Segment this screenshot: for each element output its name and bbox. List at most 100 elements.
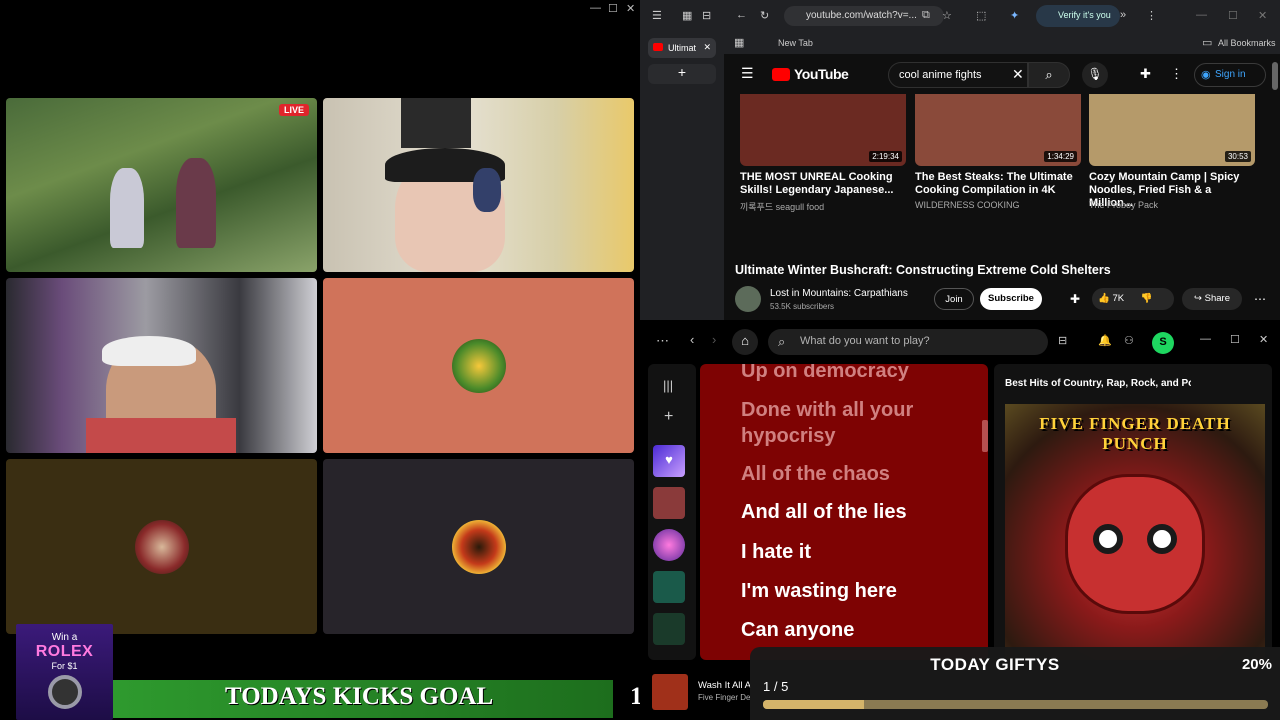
minimize-button[interactable]: — (590, 2, 601, 14)
lyric-line[interactable]: Can anyone (741, 617, 981, 643)
dislike-icon[interactable]: 👎 (1141, 293, 1153, 304)
lyric-line[interactable]: And all of the lies (741, 499, 981, 525)
youtube-logo-text[interactable]: YouTube (794, 66, 849, 82)
tile-participant-avatar[interactable] (323, 278, 634, 453)
channel-name[interactable]: Lost in Mountains: Carpathians (770, 288, 908, 299)
chalkboard (401, 98, 471, 148)
tile-webcam-2[interactable] (6, 278, 317, 453)
video-thumbnail[interactable]: 2:19:34 (740, 94, 906, 166)
playlist-cover[interactable] (653, 613, 685, 645)
track-cover[interactable] (652, 674, 688, 710)
video-title[interactable]: The Best Steaks: The Ultimate Cooking Co… (915, 171, 1080, 197)
close-button[interactable]: ✕ (626, 2, 635, 15)
close-icon[interactable]: ✕ (1258, 9, 1267, 22)
artist-avatar[interactable] (653, 529, 685, 561)
lyrics-scrollbar[interactable] (982, 420, 988, 452)
share-button[interactable]: ↪ Share (1182, 288, 1242, 310)
tab-active[interactable]: Ultimat ✕ (648, 38, 716, 58)
hamburger-icon[interactable]: ☰ (741, 65, 754, 82)
tab-title: Ultimat (668, 43, 697, 53)
extension-icon[interactable]: ✚ (1070, 292, 1080, 306)
headphones (473, 168, 501, 212)
tile-participant-avatar[interactable] (323, 459, 634, 634)
spotify-menu-icon[interactable]: ⋯ (656, 333, 669, 349)
back-icon[interactable]: ← (736, 9, 747, 21)
clear-search-icon[interactable]: ✕ (1012, 66, 1024, 83)
menu-icon[interactable]: ☰ (652, 9, 662, 22)
playlist-cover[interactable] (653, 487, 685, 519)
lyric-line[interactable]: I hate it (741, 539, 981, 565)
kebab-menu-icon[interactable]: ⋮ (1146, 9, 1157, 22)
search-icon: ⌕ (778, 334, 786, 349)
playlist-cover[interactable] (653, 571, 685, 603)
reload-icon[interactable]: ↻ (760, 9, 769, 22)
add-icon[interactable]: + (664, 408, 673, 426)
playlist-title[interactable]: Best Hits of Country, Rap, Rock, and Po (1005, 378, 1191, 389)
spotify-search-input[interactable]: What do you want to play? (768, 329, 1048, 355)
lyric-line[interactable]: Done with all your hypocrisy (741, 397, 981, 449)
maximize-icon[interactable]: ☐ (1230, 333, 1240, 346)
address-bar[interactable]: youtube.com/watch?v=... (784, 6, 944, 26)
subscriber-count: 53.5K subscribers (770, 302, 835, 311)
liked-songs-icon[interactable]: ♥ (653, 445, 685, 477)
more-actions-icon[interactable]: ⋯ (1254, 292, 1266, 306)
extensions-icon[interactable]: ⬚ (976, 9, 986, 22)
cast-icon[interactable]: ⧉ (922, 9, 930, 22)
browse-icon[interactable]: ⊟ (1058, 334, 1067, 347)
tile-gameplay[interactable]: LIVE (6, 98, 317, 272)
minimize-icon[interactable]: — (1196, 9, 1207, 21)
track-title[interactable]: Wash It All A (698, 680, 751, 691)
back-icon[interactable]: ‹ (690, 332, 694, 347)
video-thumbnail[interactable]: 30:53 (1089, 94, 1255, 166)
subscribe-button[interactable]: Subscribe (980, 288, 1042, 310)
minimize-icon[interactable]: — (1200, 333, 1211, 345)
more-tabs-icon[interactable]: » (1120, 9, 1126, 21)
join-button[interactable]: Join (934, 288, 974, 310)
like-icon[interactable]: 👍 (1098, 293, 1110, 304)
apps-icon[interactable]: ▦ (734, 36, 744, 49)
lyric-line[interactable]: All of the chaos (741, 461, 981, 487)
channel-avatar[interactable] (735, 286, 761, 312)
gemini-icon[interactable]: ✦ (1010, 9, 1019, 22)
youtube-more-icon[interactable]: ⋮ (1170, 66, 1183, 82)
now-playing-panel: Best Hits of Country, Rap, Rock, and Po … (994, 364, 1272, 660)
tab-grid-icon[interactable]: ▦ (682, 9, 692, 22)
user-avatar (134, 519, 189, 574)
sign-in-button[interactable]: ◉ Sign in (1194, 63, 1266, 87)
friends-icon[interactable]: ⚇ (1124, 334, 1134, 347)
tile-participant-avatar[interactable] (6, 459, 317, 634)
profile-avatar[interactable]: S (1152, 332, 1174, 354)
forward-icon[interactable]: › (712, 332, 716, 347)
new-tab-button[interactable]: + (648, 64, 716, 84)
track-artist[interactable]: Five Finger De (698, 693, 750, 702)
close-icon[interactable]: ✕ (1259, 333, 1268, 346)
lyric-line[interactable]: I'm wasting here (741, 578, 981, 604)
lyric-line[interactable]: Up on democracy (741, 364, 981, 384)
video-channel[interactable]: The Proboy Pack (1089, 200, 1158, 210)
video-title[interactable]: THE MOST UNREAL Cooking Skills! Legendar… (740, 171, 905, 197)
album-cover: FIVE FINGER DEATH PUNCH (1005, 404, 1265, 660)
tab-search-icon[interactable]: ⊟ (702, 9, 711, 22)
all-bookmarks[interactable]: All Bookmarks (1218, 38, 1276, 48)
extension-puzzle-icon[interactable]: ✚ (1140, 66, 1151, 82)
video-channel[interactable]: WILDERNESS COOKING (915, 200, 1020, 210)
search-button[interactable]: ⌕ (1028, 62, 1070, 88)
bookmark-new-tab[interactable]: New Tab (778, 38, 813, 48)
maximize-icon[interactable]: ☐ (1228, 9, 1238, 22)
library-icon[interactable]: ||| (663, 378, 673, 393)
bookmark-star-icon[interactable]: ☆ (942, 9, 952, 22)
like-dislike-group[interactable]: 👍 7K 👎 (1092, 288, 1174, 310)
voice-search-icon[interactable]: 🎙 (1082, 62, 1108, 88)
notifications-icon[interactable]: 🔔 (1098, 334, 1112, 347)
youtube-favicon-icon (653, 43, 663, 51)
home-icon[interactable]: ⌂ (732, 329, 758, 355)
video-channel[interactable]: 끼록푸드 seagull food (740, 200, 824, 213)
rolex-line1: Win a (51, 632, 78, 643)
youtube-search-input[interactable]: cool anime fights (888, 62, 1028, 88)
maximize-button[interactable]: ☐ (608, 2, 618, 15)
close-tab-icon[interactable]: ✕ (703, 42, 711, 53)
verify-button[interactable]: Verify it's you (1036, 5, 1120, 27)
scrollbar[interactable] (1272, 62, 1278, 90)
tile-webcam-1[interactable] (323, 98, 634, 272)
video-thumbnail[interactable]: 1:34:29 (915, 94, 1081, 166)
